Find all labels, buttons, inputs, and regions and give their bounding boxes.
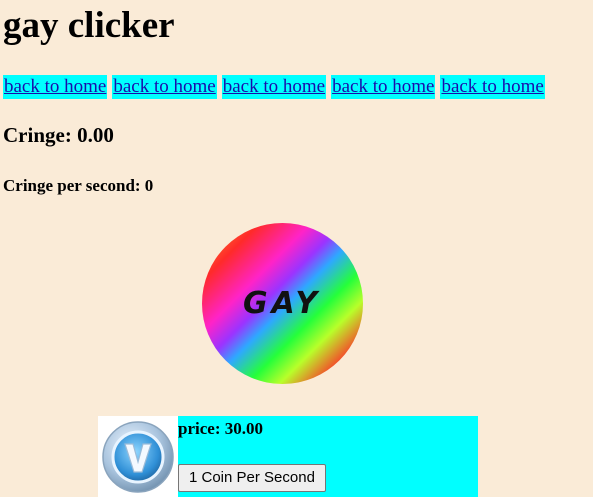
shop-item: price: 30.00 1 Coin Per Second bbox=[98, 416, 478, 497]
page: gay clicker back to home back to home ba… bbox=[0, 0, 593, 497]
cringe-total: Cringe: 0.00 bbox=[3, 123, 114, 147]
nav-links: back to home back to home back to home b… bbox=[3, 75, 545, 99]
cringe-per-second: Cringe per second: 0 bbox=[3, 176, 154, 195]
clicker-label-graphic: GAY bbox=[243, 286, 321, 321]
back-to-home-link[interactable]: back to home bbox=[3, 75, 108, 99]
vbucks-coin-icon bbox=[98, 416, 178, 497]
back-to-home-link[interactable]: back to home bbox=[221, 75, 327, 99]
back-to-home-link[interactable]: back to home bbox=[112, 75, 217, 99]
buy-coin-per-second-button[interactable]: 1 Coin Per Second bbox=[178, 464, 326, 492]
back-to-home-link[interactable]: back to home bbox=[440, 75, 545, 99]
clicker-button[interactable]: GAY bbox=[202, 223, 363, 384]
clicker-label: GAY bbox=[243, 286, 321, 321]
page-title: gay clicker bbox=[3, 5, 175, 46]
back-to-home-link[interactable]: back to home bbox=[331, 75, 436, 99]
item-price: price: 30.00 bbox=[178, 419, 263, 438]
